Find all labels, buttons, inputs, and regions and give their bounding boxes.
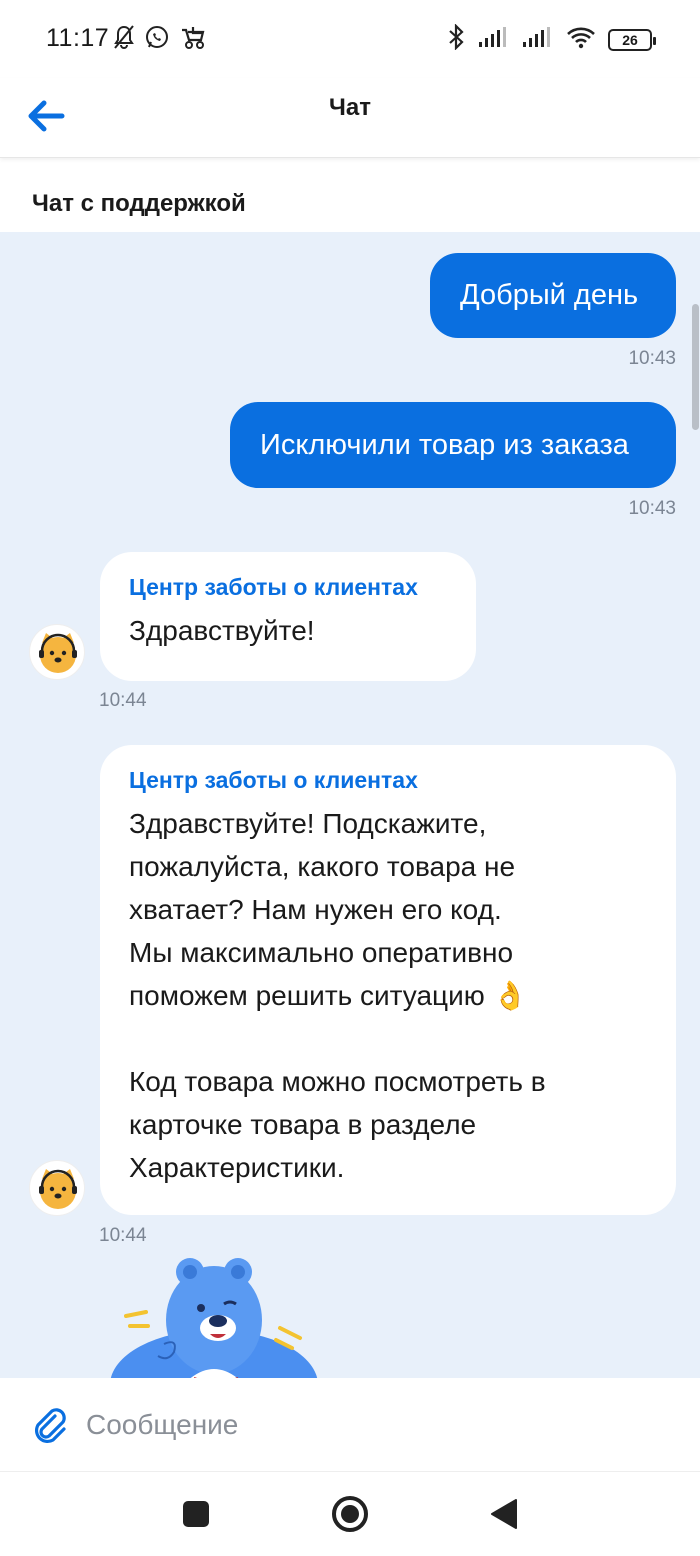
incoming-message-bubble[interactable]: Центр заботы о клиентах Здравствуйте! bbox=[100, 552, 476, 681]
message-time: 10:44 bbox=[99, 690, 147, 711]
scrollbar[interactable] bbox=[692, 304, 699, 430]
dog-mascot-icon bbox=[39, 1169, 77, 1209]
incoming-message-bubble[interactable]: Центр заботы о клиентах Здравствуйте! По… bbox=[100, 745, 676, 1215]
status-bar: 11:17 26 bbox=[0, 0, 700, 78]
signal-icon bbox=[522, 26, 554, 53]
signal-icon bbox=[478, 26, 510, 53]
message-time: 10:43 bbox=[628, 498, 676, 519]
message-text: Добрый день bbox=[460, 279, 639, 311]
attach-button[interactable] bbox=[28, 1404, 70, 1446]
message-text: Здравствуйте! bbox=[129, 615, 315, 646]
nav-back-button[interactable] bbox=[482, 1494, 526, 1538]
page-title: Чат bbox=[329, 94, 371, 121]
app-header: Чат bbox=[0, 78, 700, 158]
home-circle-icon bbox=[330, 1494, 370, 1539]
status-left-icons bbox=[112, 24, 206, 55]
dog-mascot-icon bbox=[39, 633, 77, 673]
system-nav-bar bbox=[0, 1472, 700, 1556]
message-sender: Центр заботы о клиентах bbox=[129, 767, 418, 793]
message-time: 10:43 bbox=[628, 348, 676, 369]
message-time: 10:44 bbox=[99, 1225, 147, 1246]
status-right-icons: 26 bbox=[446, 23, 656, 55]
battery-indicator: 26 bbox=[608, 28, 656, 51]
message-text: Исключили товар из заказа bbox=[260, 428, 629, 461]
paperclip-icon bbox=[28, 1408, 70, 1450]
message-input[interactable] bbox=[86, 1400, 666, 1450]
home-button[interactable] bbox=[328, 1494, 372, 1538]
back-triangle-icon bbox=[489, 1498, 519, 1535]
message-text: Здравствуйте! Подскажите, пожалуйста, ка… bbox=[129, 808, 546, 1183]
message-sender: Центр заботы о клиентах bbox=[129, 574, 418, 600]
message-composer bbox=[0, 1378, 700, 1472]
support-avatar bbox=[29, 624, 85, 680]
support-avatar bbox=[29, 1160, 85, 1216]
whatsapp-icon bbox=[144, 24, 170, 55]
bear-sticker[interactable] bbox=[104, 1250, 324, 1378]
outgoing-message-bubble[interactable]: Добрый день bbox=[430, 253, 676, 338]
wifi-icon bbox=[566, 25, 596, 54]
recents-button[interactable] bbox=[174, 1494, 218, 1538]
stroller-icon bbox=[178, 24, 206, 55]
bell-muted-icon bbox=[112, 24, 136, 55]
bluetooth-icon bbox=[446, 23, 466, 55]
chat-message-list[interactable]: Добрый день 10:43 Исключили товар из зак… bbox=[0, 232, 700, 1378]
chat-section-title: Чат с поддержкой bbox=[32, 190, 246, 217]
recents-square-icon bbox=[182, 1500, 210, 1533]
status-time: 11:17 bbox=[46, 24, 110, 52]
outgoing-message-bubble[interactable]: Исключили товар из заказа bbox=[230, 402, 676, 488]
